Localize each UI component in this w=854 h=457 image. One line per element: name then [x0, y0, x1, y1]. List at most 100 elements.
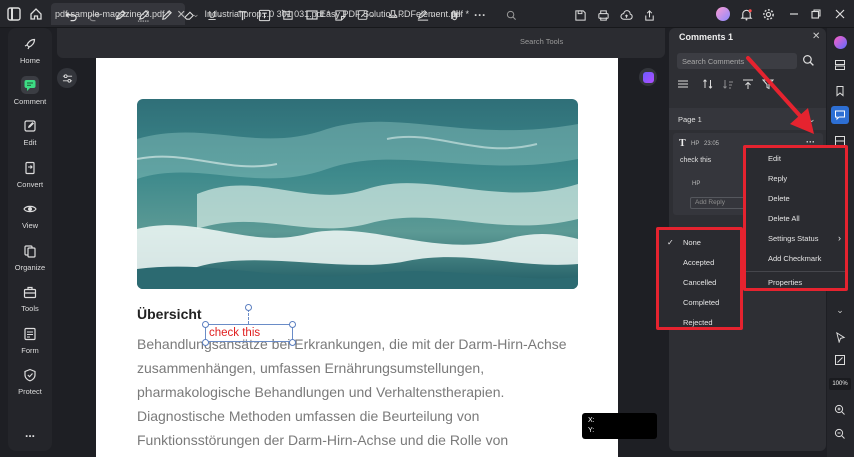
sidebar-item-tools[interactable]: Tools [8, 283, 52, 313]
coordinates-readout: X: Y: [582, 413, 657, 439]
annotation-toolbar [57, 28, 665, 58]
status-rejected[interactable]: Rejected [683, 318, 713, 327]
menu-item-properties[interactable]: Properties [768, 278, 802, 287]
sidebar-item-edit[interactable]: Edit [8, 117, 52, 147]
menu-item-add-checkmark[interactable]: Add Checkmark [768, 254, 821, 263]
shape-tool-button[interactable]: ⌄ [304, 7, 326, 23]
text-tool-icon[interactable] [234, 7, 250, 23]
sidebar-item-label: Comment [13, 97, 47, 106]
resize-handle[interactable] [289, 321, 296, 328]
comment-icon [21, 76, 39, 94]
highlighter-icon[interactable] [112, 7, 128, 23]
underline-icon: U [208, 9, 216, 21]
chevron-down-icon: ⌄ [318, 12, 325, 19]
redo-icon[interactable] [86, 7, 102, 23]
menu-item-settings-status[interactable]: Settings Status [768, 234, 818, 243]
settings-gear-icon[interactable] [760, 6, 776, 22]
sidebar-item-label: Convert [16, 180, 44, 189]
ai-assistant-icon [642, 71, 654, 83]
ai-icon[interactable] [831, 33, 849, 51]
toolbox-icon [21, 283, 39, 301]
menu-item-delete[interactable]: Delete [768, 194, 790, 203]
resize-handle[interactable] [202, 321, 209, 328]
print-icon[interactable] [595, 7, 611, 23]
sort-icon[interactable] [702, 78, 714, 90]
checkmark-icon: ✓ [667, 238, 674, 247]
underline-tool-button[interactable]: U ⌄ [205, 7, 227, 23]
menu-item-delete-all[interactable]: Delete All [768, 214, 800, 223]
chevron-down-icon: ⌄ [217, 12, 224, 19]
sidebar-more-button[interactable]: ... [8, 426, 52, 440]
bookmark-icon[interactable] [831, 82, 849, 100]
save-icon[interactable] [572, 7, 588, 23]
edit-icon [21, 117, 39, 135]
sidebar-item-form[interactable]: Form [8, 325, 52, 355]
callout-arrow [746, 56, 814, 134]
app-menu-icon[interactable] [6, 6, 22, 22]
comment-author: HP [691, 141, 700, 147]
stamp-tool-button[interactable]: ⌄ [355, 7, 377, 23]
close-panel-icon[interactable]: ✕ [812, 31, 820, 42]
select-cursor-icon[interactable] [831, 328, 849, 346]
properties-icon[interactable] [831, 56, 849, 74]
form-icon [21, 325, 39, 343]
sidebar-item-label: Protect [18, 387, 42, 396]
share-icon[interactable] [641, 7, 657, 23]
reply-author: HP [692, 181, 701, 187]
sidebar-item-convert[interactable]: Convert [8, 159, 52, 189]
resize-handle[interactable] [289, 339, 296, 346]
sidebar-item-protect[interactable]: Protect [8, 366, 52, 396]
bell-icon[interactable] [738, 6, 754, 22]
annotation-text: check this [209, 327, 261, 339]
zoom-level[interactable]: 100% [829, 378, 851, 390]
attachment-icon[interactable] [446, 7, 462, 23]
undo-icon[interactable] [63, 7, 79, 23]
avatar[interactable] [716, 7, 730, 21]
zoom-in-icon[interactable] [831, 401, 849, 419]
status-completed[interactable]: Completed [683, 298, 719, 307]
sidebar-item-view[interactable]: View [8, 200, 52, 230]
ai-assistant-button[interactable] [639, 68, 657, 86]
comment-context-menu: Edit Reply Delete Delete All Settings St… [743, 145, 848, 291]
eraser-icon[interactable] [181, 7, 197, 23]
sidebar-item-home[interactable]: Home [8, 35, 52, 65]
minimize-icon[interactable] [786, 6, 802, 22]
eye-icon [21, 200, 39, 218]
search-tools-input[interactable]: Search Tools [520, 37, 563, 46]
zoom-out-icon[interactable] [831, 425, 849, 443]
comments-panel-icon[interactable] [831, 106, 849, 124]
convert-icon [21, 159, 39, 177]
add-reply-input[interactable]: Add Reply [690, 197, 746, 209]
textbox-icon[interactable] [256, 7, 272, 23]
status-accepted[interactable]: Accepted [683, 258, 714, 267]
status-cancelled[interactable]: Cancelled [683, 278, 716, 287]
menu-item-edit[interactable]: Edit [768, 154, 781, 163]
sidebar-item-organize[interactable]: Organize [8, 242, 52, 272]
resize-handle[interactable] [202, 339, 209, 346]
close-window-icon[interactable] [832, 6, 848, 22]
section-heading: Übersicht [137, 306, 202, 322]
cloud-upload-icon[interactable] [618, 7, 634, 23]
home-icon[interactable] [28, 6, 44, 22]
body-text-line: pharmakologische Behandlungen und Verhal… [137, 384, 505, 400]
callout-icon[interactable] [279, 7, 295, 23]
area-highlight-icon[interactable] [135, 7, 151, 23]
text-annotation-box[interactable]: check this [205, 324, 293, 342]
list-menu-icon[interactable] [677, 78, 689, 90]
pencil-icon[interactable] [158, 7, 174, 23]
menu-item-reply[interactable]: Reply [768, 174, 787, 183]
stamp-button[interactable]: ⌄ [385, 7, 407, 23]
sticky-note-icon[interactable] [332, 7, 348, 23]
restore-icon[interactable] [808, 6, 824, 22]
chevron-down-icon[interactable]: ⌄ [831, 301, 849, 319]
body-text-line: Funktionsstörungen der Darm-Hirn-Achse u… [137, 432, 509, 448]
chevron-down-icon: ⌄ [369, 12, 376, 19]
sidebar-item-comment[interactable]: Comment [8, 76, 52, 106]
signature-button[interactable]: ⌄ [415, 7, 437, 23]
screenshot-icon[interactable] [831, 351, 849, 369]
rotate-handle[interactable] [245, 304, 252, 311]
more-tools-icon[interactable]: ··· [472, 7, 488, 23]
status-none[interactable]: None [683, 238, 701, 247]
sort-desc-icon[interactable] [722, 78, 734, 90]
view-settings-button[interactable] [57, 68, 77, 88]
